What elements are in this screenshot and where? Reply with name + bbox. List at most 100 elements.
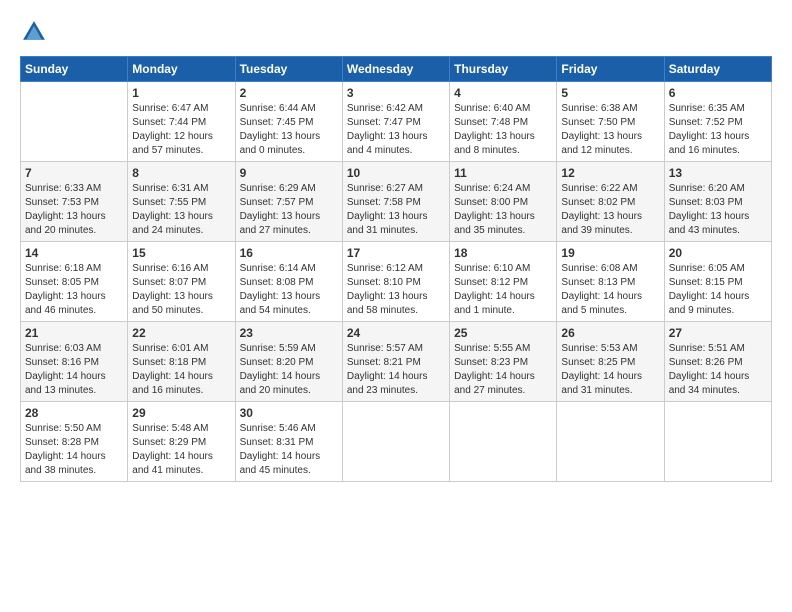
day-info: Sunrise: 5:57 AM Sunset: 8:21 PM Dayligh… xyxy=(347,342,445,398)
day-info: Sunrise: 6:44 AM Sunset: 7:45 PM Dayligh… xyxy=(240,102,338,158)
day-number: 5 xyxy=(561,86,659,100)
calendar-table: SundayMondayTuesdayWednesdayThursdayFrid… xyxy=(20,56,772,482)
day-number: 30 xyxy=(240,406,338,420)
day-number: 26 xyxy=(561,326,659,340)
day-info: Sunrise: 5:55 AM Sunset: 8:23 PM Dayligh… xyxy=(454,342,552,398)
weekday-header-wednesday: Wednesday xyxy=(342,57,449,82)
day-info: Sunrise: 6:01 AM Sunset: 8:18 PM Dayligh… xyxy=(132,342,230,398)
calendar-cell: 16 Sunrise: 6:14 AM Sunset: 8:08 PM Dayli… xyxy=(235,242,342,322)
calendar-cell: 28 Sunrise: 5:50 AM Sunset: 8:28 PM Dayli… xyxy=(21,402,128,482)
calendar-cell xyxy=(664,402,771,482)
calendar-cell: 29 Sunrise: 5:48 AM Sunset: 8:29 PM Dayli… xyxy=(128,402,235,482)
day-number: 18 xyxy=(454,246,552,260)
day-number: 3 xyxy=(347,86,445,100)
calendar-cell: 30 Sunrise: 5:46 AM Sunset: 8:31 PM Dayli… xyxy=(235,402,342,482)
calendar-cell: 14 Sunrise: 6:18 AM Sunset: 8:05 PM Dayli… xyxy=(21,242,128,322)
day-number: 19 xyxy=(561,246,659,260)
day-number: 4 xyxy=(454,86,552,100)
day-info: Sunrise: 6:24 AM Sunset: 8:00 PM Dayligh… xyxy=(454,182,552,238)
calendar-cell xyxy=(557,402,664,482)
day-info: Sunrise: 6:05 AM Sunset: 8:15 PM Dayligh… xyxy=(669,262,767,318)
day-number: 1 xyxy=(132,86,230,100)
day-info: Sunrise: 6:10 AM Sunset: 8:12 PM Dayligh… xyxy=(454,262,552,318)
calendar-cell: 23 Sunrise: 5:59 AM Sunset: 8:20 PM Dayli… xyxy=(235,322,342,402)
calendar-cell: 5Sunrise: 6:38 AM Sunset: 7:50 PM Daylig… xyxy=(557,82,664,162)
calendar-cell xyxy=(450,402,557,482)
day-number: 21 xyxy=(25,326,123,340)
calendar-cell: 13Sunrise: 6:20 AM Sunset: 8:03 PM Dayli… xyxy=(664,162,771,242)
calendar-cell: 8Sunrise: 6:31 AM Sunset: 7:55 PM Daylig… xyxy=(128,162,235,242)
calendar-cell: 27 Sunrise: 5:51 AM Sunset: 8:26 PM Dayli… xyxy=(664,322,771,402)
day-info: Sunrise: 6:12 AM Sunset: 8:10 PM Dayligh… xyxy=(347,262,445,318)
day-number: 12 xyxy=(561,166,659,180)
day-info: Sunrise: 5:48 AM Sunset: 8:29 PM Dayligh… xyxy=(132,422,230,478)
weekday-header-thursday: Thursday xyxy=(450,57,557,82)
day-number: 20 xyxy=(669,246,767,260)
calendar-cell: 19 Sunrise: 6:08 AM Sunset: 8:13 PM Dayli… xyxy=(557,242,664,322)
calendar-cell: 25 Sunrise: 5:55 AM Sunset: 8:23 PM Dayli… xyxy=(450,322,557,402)
weekday-header-row: SundayMondayTuesdayWednesdayThursdayFrid… xyxy=(21,57,772,82)
calendar-cell: 20 Sunrise: 6:05 AM Sunset: 8:15 PM Dayli… xyxy=(664,242,771,322)
day-info: Sunrise: 6:08 AM Sunset: 8:13 PM Dayligh… xyxy=(561,262,659,318)
calendar-cell: 18 Sunrise: 6:10 AM Sunset: 8:12 PM Dayli… xyxy=(450,242,557,322)
weekday-header-monday: Monday xyxy=(128,57,235,82)
day-number: 11 xyxy=(454,166,552,180)
day-info: Sunrise: 6:33 AM Sunset: 7:53 PM Dayligh… xyxy=(25,182,123,238)
calendar-cell: 1 Sunrise: 6:47 AM Sunset: 7:44 PM Daylig… xyxy=(128,82,235,162)
day-number: 17 xyxy=(347,246,445,260)
calendar-cell xyxy=(21,82,128,162)
day-number: 7 xyxy=(25,166,123,180)
calendar-cell: 26 Sunrise: 5:53 AM Sunset: 8:25 PM Dayli… xyxy=(557,322,664,402)
calendar-cell: 15Sunrise: 6:16 AM Sunset: 8:07 PM Dayli… xyxy=(128,242,235,322)
header xyxy=(20,18,772,46)
day-info: Sunrise: 6:14 AM Sunset: 8:08 PM Dayligh… xyxy=(240,262,338,318)
weekday-header-saturday: Saturday xyxy=(664,57,771,82)
day-number: 13 xyxy=(669,166,767,180)
day-number: 25 xyxy=(454,326,552,340)
week-row-4: 21 Sunrise: 6:03 AM Sunset: 8:16 PM Dayli… xyxy=(21,322,772,402)
day-info: Sunrise: 6:22 AM Sunset: 8:02 PM Dayligh… xyxy=(561,182,659,238)
calendar-cell: 9Sunrise: 6:29 AM Sunset: 7:57 PM Daylig… xyxy=(235,162,342,242)
calendar-cell: 10Sunrise: 6:27 AM Sunset: 7:58 PM Dayli… xyxy=(342,162,449,242)
weekday-header-sunday: Sunday xyxy=(21,57,128,82)
day-number: 22 xyxy=(132,326,230,340)
weekday-header-tuesday: Tuesday xyxy=(235,57,342,82)
logo-icon xyxy=(20,18,48,46)
calendar-cell: 2Sunrise: 6:44 AM Sunset: 7:45 PM Daylig… xyxy=(235,82,342,162)
calendar-cell: 21 Sunrise: 6:03 AM Sunset: 8:16 PM Dayli… xyxy=(21,322,128,402)
calendar-cell: 12 Sunrise: 6:22 AM Sunset: 8:02 PM Dayli… xyxy=(557,162,664,242)
day-info: Sunrise: 6:40 AM Sunset: 7:48 PM Dayligh… xyxy=(454,102,552,158)
calendar-cell: 11 Sunrise: 6:24 AM Sunset: 8:00 PM Dayli… xyxy=(450,162,557,242)
week-row-5: 28 Sunrise: 5:50 AM Sunset: 8:28 PM Dayli… xyxy=(21,402,772,482)
week-row-1: 1 Sunrise: 6:47 AM Sunset: 7:44 PM Daylig… xyxy=(21,82,772,162)
day-number: 16 xyxy=(240,246,338,260)
day-info: Sunrise: 5:51 AM Sunset: 8:26 PM Dayligh… xyxy=(669,342,767,398)
day-number: 10 xyxy=(347,166,445,180)
day-number: 27 xyxy=(669,326,767,340)
day-number: 24 xyxy=(347,326,445,340)
week-row-2: 7 Sunrise: 6:33 AM Sunset: 7:53 PM Daylig… xyxy=(21,162,772,242)
day-info: Sunrise: 6:16 AM Sunset: 8:07 PM Dayligh… xyxy=(132,262,230,318)
day-info: Sunrise: 6:35 AM Sunset: 7:52 PM Dayligh… xyxy=(669,102,767,158)
weekday-header-friday: Friday xyxy=(557,57,664,82)
day-number: 14 xyxy=(25,246,123,260)
day-number: 23 xyxy=(240,326,338,340)
week-row-3: 14 Sunrise: 6:18 AM Sunset: 8:05 PM Dayli… xyxy=(21,242,772,322)
day-info: Sunrise: 6:29 AM Sunset: 7:57 PM Dayligh… xyxy=(240,182,338,238)
calendar-cell: 6 Sunrise: 6:35 AM Sunset: 7:52 PM Daylig… xyxy=(664,82,771,162)
day-number: 6 xyxy=(669,86,767,100)
calendar-cell: 4 Sunrise: 6:40 AM Sunset: 7:48 PM Daylig… xyxy=(450,82,557,162)
day-info: Sunrise: 6:31 AM Sunset: 7:55 PM Dayligh… xyxy=(132,182,230,238)
day-info: Sunrise: 5:53 AM Sunset: 8:25 PM Dayligh… xyxy=(561,342,659,398)
logo xyxy=(20,18,52,46)
day-info: Sunrise: 5:46 AM Sunset: 8:31 PM Dayligh… xyxy=(240,422,338,478)
day-info: Sunrise: 5:50 AM Sunset: 8:28 PM Dayligh… xyxy=(25,422,123,478)
day-info: Sunrise: 5:59 AM Sunset: 8:20 PM Dayligh… xyxy=(240,342,338,398)
day-info: Sunrise: 6:18 AM Sunset: 8:05 PM Dayligh… xyxy=(25,262,123,318)
day-info: Sunrise: 6:42 AM Sunset: 7:47 PM Dayligh… xyxy=(347,102,445,158)
day-info: Sunrise: 6:03 AM Sunset: 8:16 PM Dayligh… xyxy=(25,342,123,398)
day-number: 29 xyxy=(132,406,230,420)
calendar-cell: 17 Sunrise: 6:12 AM Sunset: 8:10 PM Dayli… xyxy=(342,242,449,322)
day-info: Sunrise: 6:47 AM Sunset: 7:44 PM Dayligh… xyxy=(132,102,230,158)
day-number: 28 xyxy=(25,406,123,420)
